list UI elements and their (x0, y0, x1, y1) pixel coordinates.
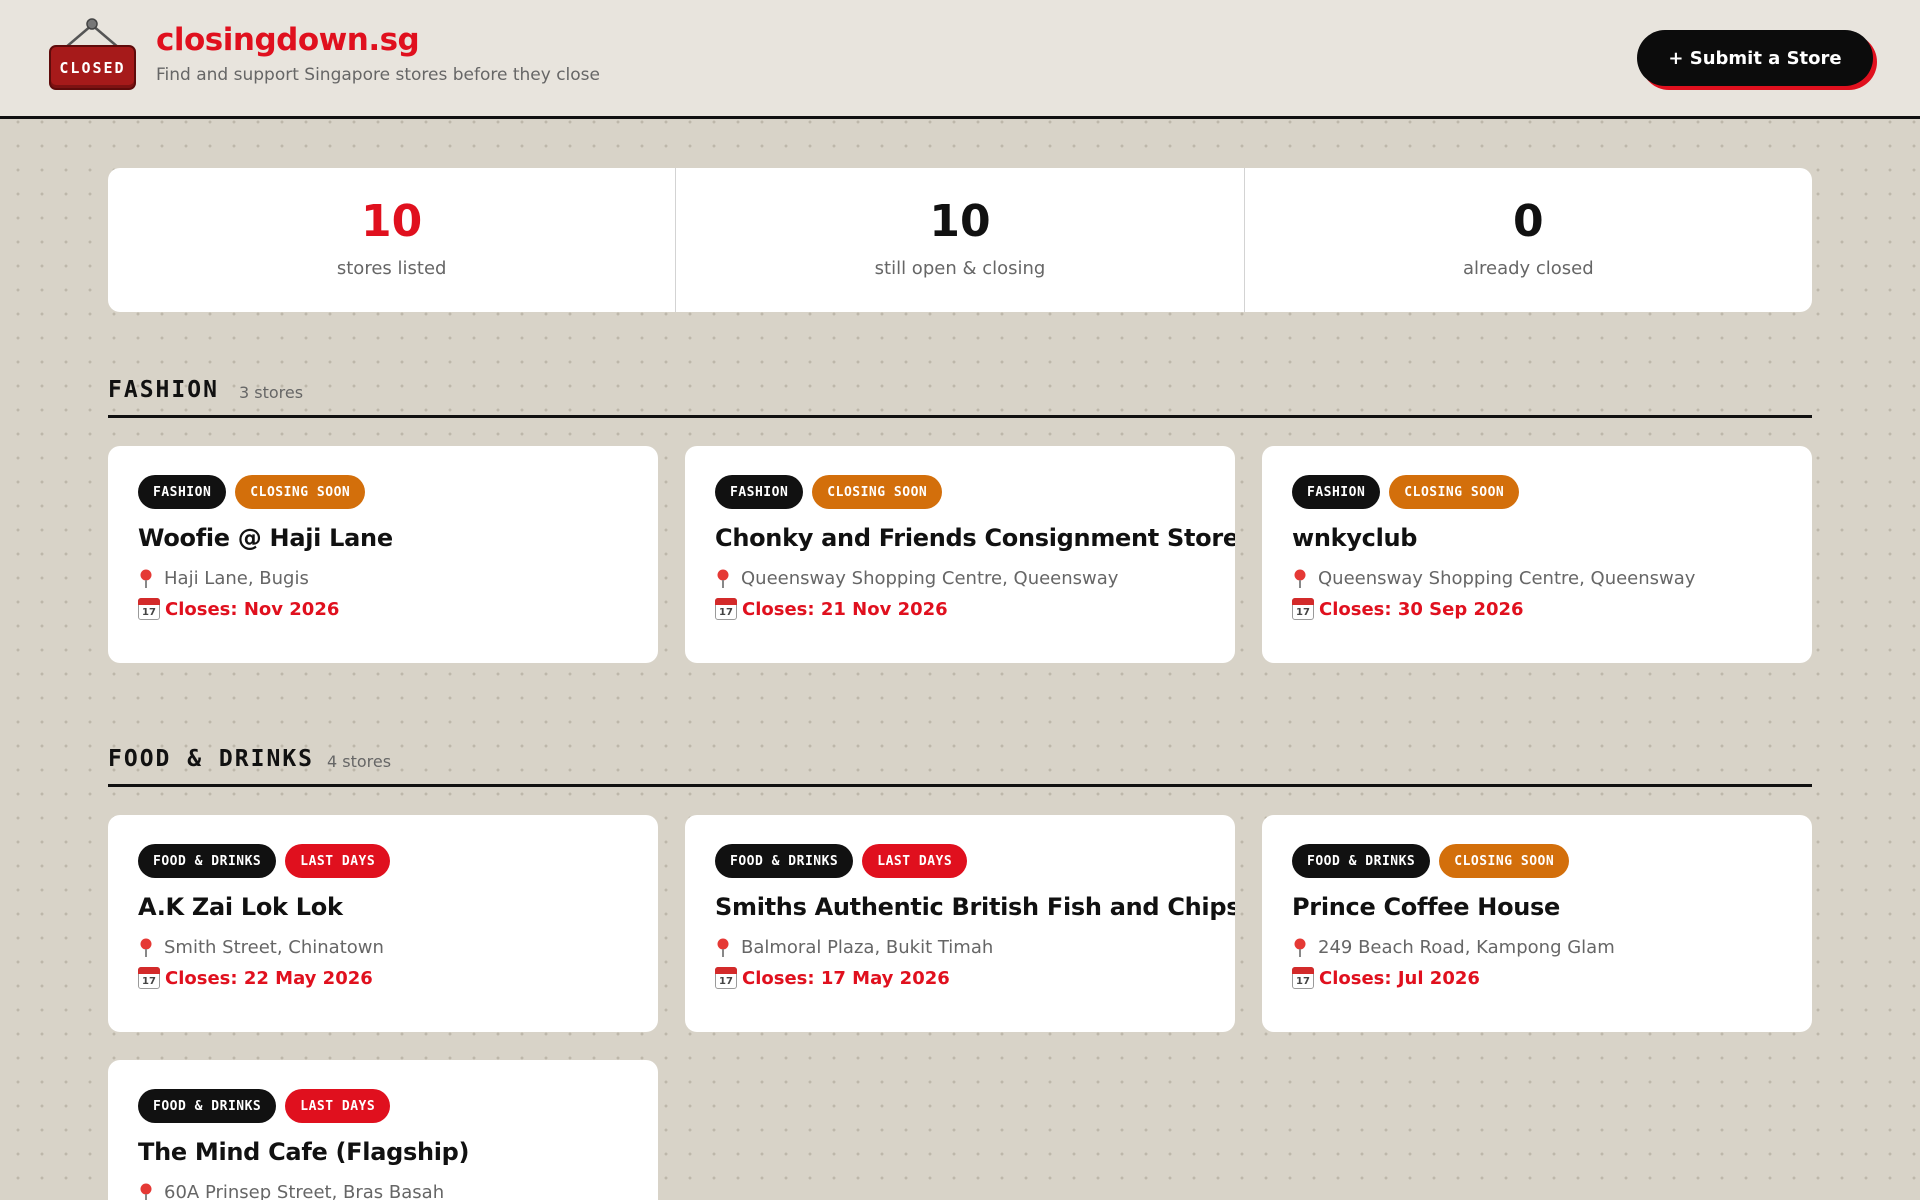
calendar-icon: 17 (138, 967, 160, 989)
store-location: Balmoral Plaza, Bukit Timah (715, 937, 993, 958)
status-badge: CLOSING SOON (1439, 844, 1570, 878)
status-badge: LAST DAYS (285, 1089, 391, 1123)
location-text: 60A Prinsep Street, Bras Basah (164, 1182, 445, 1200)
logo-text: CLOSED (59, 58, 126, 77)
section-header-food-drinks: FOOD & DRINKS 4 stores (108, 743, 1812, 787)
store-close-date: 17 Closes: 30 Sep 2026 (1292, 598, 1524, 620)
store-location: Smith Street, Chinatown (138, 937, 384, 958)
store-close-date: 17 Closes: Nov 2026 (138, 598, 339, 620)
store-card[interactable]: FASHION CLOSING SOON Woofie @ Haji Lane … (108, 446, 658, 663)
section-title: FASHION (108, 377, 219, 403)
status-badge: CLOSING SOON (1389, 475, 1520, 509)
location-text: Haji Lane, Bugis (164, 568, 309, 589)
status-badge: LAST DAYS (285, 844, 391, 878)
store-location: Queensway Shopping Centre, Queensway (715, 568, 1118, 589)
location-pin-icon (140, 938, 152, 957)
store-name[interactable]: Prince Coffee House (1292, 893, 1560, 921)
submit-store-button[interactable]: + Submit a Store (1637, 30, 1873, 86)
close-date-text: Closes: 22 May 2026 (165, 967, 373, 989)
category-badge: FOOD & DRINKS (1292, 844, 1431, 878)
store-card[interactable]: FASHION CLOSING SOON Chonky and Friends … (685, 446, 1235, 663)
close-date-text: Closes: 17 May 2026 (742, 967, 950, 989)
location-text: Queensway Shopping Centre, Queensway (1318, 568, 1696, 589)
store-card[interactable]: FOOD & DRINKS LAST DAYS A.K Zai Lok Lok … (108, 815, 658, 1032)
location-text: Smith Street, Chinatown (164, 937, 384, 958)
location-text: Balmoral Plaza, Bukit Timah (741, 937, 994, 958)
category-badge: FOOD & DRINKS (138, 1089, 277, 1123)
site-title[interactable]: closingdown.sg (156, 22, 420, 58)
section-count: 4 stores (327, 752, 392, 771)
stat-label: stores listed (336, 258, 447, 279)
stats-panel: 10 stores listed 10 still open & closing… (108, 168, 1812, 312)
location-pin-icon (717, 938, 729, 957)
store-location: 249 Beach Road, Kampong Glam (1292, 937, 1615, 958)
stat-stores-listed: 10 stores listed (108, 168, 675, 312)
category-badge: FOOD & DRINKS (715, 844, 854, 878)
store-name[interactable]: Chonky and Friends Consignment Store (715, 524, 1235, 552)
stat-value: 10 (929, 196, 991, 247)
store-card[interactable]: FOOD & DRINKS CLOSING SOON Prince Coffee… (1262, 815, 1812, 1032)
store-name[interactable]: Woofie @ Haji Lane (138, 524, 393, 552)
location-pin-icon (1294, 569, 1306, 588)
location-pin-icon (1294, 938, 1306, 957)
category-badge: FOOD & DRINKS (138, 844, 277, 878)
badge-row: FASHION CLOSING SOON (138, 475, 366, 509)
close-date-text: Closes: 30 Sep 2026 (1319, 598, 1524, 620)
stat-still-open: 10 still open & closing (675, 168, 1243, 312)
badge-row: FOOD & DRINKS LAST DAYS (138, 844, 391, 878)
calendar-icon: 17 (1292, 967, 1314, 989)
store-close-date: 17 Closes: Jul 2026 (1292, 967, 1480, 989)
closed-sign: CLOSED (49, 45, 136, 90)
badge-row: FOOD & DRINKS LAST DAYS (138, 1089, 391, 1123)
store-card[interactable]: FASHION CLOSING SOON wnkyclub Queensway … (1262, 446, 1812, 663)
stat-already-closed: 0 already closed (1243, 168, 1812, 312)
store-close-date: 17 Closes: 17 May 2026 (715, 967, 950, 989)
store-name[interactable]: The Mind Cafe (Flagship) (138, 1138, 470, 1166)
close-date-text: Closes: 21 Nov 2026 (742, 598, 948, 620)
store-name[interactable]: wnkyclub (1292, 524, 1417, 552)
section-title: FOOD & DRINKS (108, 746, 315, 772)
location-pin-icon (140, 569, 152, 588)
store-close-date: 17 Closes: 21 Nov 2026 (715, 598, 948, 620)
category-badge: FASHION (138, 475, 227, 509)
site-tagline: Find and support Singapore stores before… (156, 65, 600, 85)
badge-row: FASHION CLOSING SOON (715, 475, 943, 509)
location-text: Queensway Shopping Centre, Queensway (741, 568, 1119, 589)
status-badge: CLOSING SOON (812, 475, 943, 509)
stat-label: still open & closing (874, 258, 1046, 279)
stat-value: 0 (1513, 196, 1544, 247)
site-header: CLOSED closingdown.sg Find and support S… (0, 0, 1920, 119)
category-badge: FASHION (1292, 475, 1381, 509)
stat-value: 10 (361, 196, 423, 247)
section-header-fashion: FASHION 3 stores (108, 374, 1812, 418)
close-date-text: Closes: Nov 2026 (165, 598, 340, 620)
store-location: 60A Prinsep Street, Bras Basah (138, 1182, 444, 1200)
status-badge: CLOSING SOON (235, 475, 366, 509)
status-badge: LAST DAYS (862, 844, 968, 878)
calendar-icon: 17 (715, 598, 737, 620)
badge-row: FOOD & DRINKS CLOSING SOON (1292, 844, 1570, 878)
location-pin-icon (717, 569, 729, 588)
category-badge: FASHION (715, 475, 804, 509)
calendar-icon: 17 (1292, 598, 1314, 620)
store-close-date: 17 Closes: 22 May 2026 (138, 967, 373, 989)
closed-sign-logo[interactable]: CLOSED (48, 18, 138, 94)
store-location: Queensway Shopping Centre, Queensway (1292, 568, 1695, 589)
store-name[interactable]: A.K Zai Lok Lok (138, 893, 343, 921)
badge-row: FASHION CLOSING SOON (1292, 475, 1520, 509)
location-pin-icon (140, 1183, 152, 1200)
close-date-text: Closes: Jul 2026 (1319, 967, 1480, 989)
store-card[interactable]: FOOD & DRINKS LAST DAYS The Mind Cafe (F… (108, 1060, 658, 1200)
store-card[interactable]: FOOD & DRINKS LAST DAYS Smiths Authentic… (685, 815, 1235, 1032)
store-location: Haji Lane, Bugis (138, 568, 309, 589)
badge-row: FOOD & DRINKS LAST DAYS (715, 844, 968, 878)
location-text: 249 Beach Road, Kampong Glam (1318, 937, 1615, 958)
store-name[interactable]: Smiths Authentic British Fish and Chips (715, 893, 1235, 921)
calendar-icon: 17 (715, 967, 737, 989)
stat-label: already closed (1462, 258, 1594, 279)
calendar-icon: 17 (138, 598, 160, 620)
section-count: 3 stores (239, 383, 304, 402)
